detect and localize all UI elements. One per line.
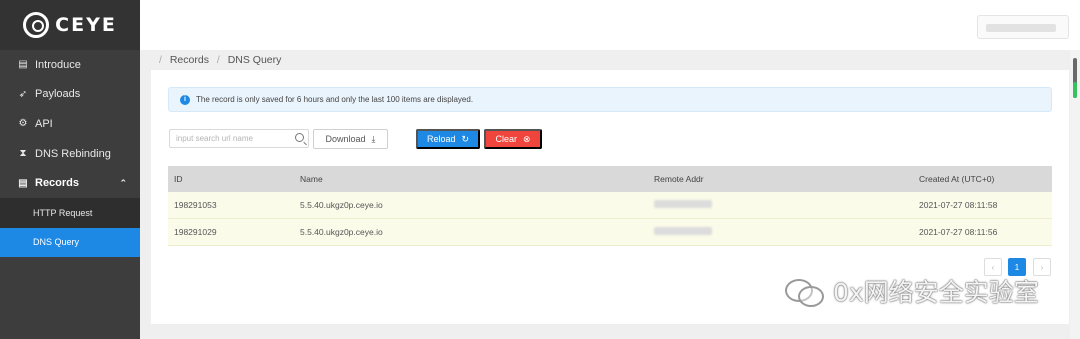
reload-button[interactable]: Reload ↻ (416, 129, 480, 149)
redacted-user-name (986, 24, 1056, 32)
download-button[interactable]: Download ⤓ (313, 129, 388, 149)
sidebar-item-dns-rebinding[interactable]: ⧗ DNS Rebinding (0, 139, 140, 169)
breadcrumb: / Records / DNS Query (154, 54, 281, 66)
refresh-icon: ↻ (461, 133, 470, 144)
sidebar-item-label: Records (35, 177, 80, 190)
sidebar-item-label: DNS Rebinding (35, 147, 111, 160)
table-row: 198291053 5.5.40.ukgz0p.ceye.io 2021-07-… (168, 192, 1052, 219)
sidebar-subitem-label: DNS Query (33, 237, 80, 248)
breadcrumb-separator: / (216, 54, 220, 66)
sidebar-item-label: Payloads (35, 88, 81, 101)
cell-remote-addr (654, 227, 919, 237)
close-circle-icon: ⊗ (522, 133, 531, 144)
sidebar-item-label: API (35, 117, 53, 130)
table-header: ID Name Remote Addr Created At (UTC+0) (168, 166, 1052, 192)
cell-name: 5.5.40.ukgz0p.ceye.io (300, 200, 383, 210)
info-notice-text: The record is only saved for 6 hours and… (196, 95, 474, 104)
records-table: ID Name Remote Addr Created At (UTC+0) 1… (168, 166, 1052, 246)
cell-remote-addr (654, 200, 919, 210)
cell-name: 5.5.40.ukgz0p.ceye.io (300, 227, 383, 237)
breadcrumb-separator: / (159, 54, 162, 66)
breadcrumb-current: DNS Query (227, 54, 282, 66)
top-bar (140, 0, 1080, 50)
cell-created-at: 2021-07-27 08:11:58 (919, 200, 998, 210)
cell-id: 198291053 (174, 200, 217, 210)
hourglass-icon: ⧗ (19, 148, 27, 160)
sidebar-item-api[interactable]: ⚙ API (0, 109, 140, 139)
brand-name: CEYE (55, 14, 117, 36)
ceye-logo-icon (23, 12, 50, 38)
sidebar-subitem-dns-query[interactable]: DNS Query (0, 227, 140, 258)
brand-logo-area[interactable]: CEYE (0, 0, 140, 50)
download-icon: ⤓ (371, 133, 376, 144)
sidebar-item-payloads[interactable]: ➶ Payloads (0, 80, 140, 110)
records-icon: ▤ (18, 177, 28, 189)
column-header-remote-addr: Remote Addr (654, 174, 704, 184)
sidebar-subitem-label: HTTP Request (33, 207, 93, 218)
document-icon: ▤ (18, 59, 28, 71)
sidebar-subitem-http-request[interactable]: HTTP Request (0, 197, 140, 228)
cell-created-at: 2021-07-27 08:11:56 (919, 227, 998, 237)
sidebar-item-records[interactable]: ▤ Records ⌃ (0, 168, 140, 198)
redacted-ip (654, 227, 712, 235)
rocket-icon: ➶ (18, 88, 28, 100)
wechat-icon (785, 277, 825, 307)
search-icon[interactable] (295, 133, 304, 142)
column-header-id: ID (174, 174, 183, 184)
clear-button-label: Clear (495, 134, 517, 144)
reload-button-label: Reload (426, 134, 456, 144)
watermark: 0x网络安全实验室 (785, 273, 1039, 309)
table-row: 198291029 5.5.40.ukgz0p.ceye.io 2021-07-… (168, 219, 1052, 246)
sidebar-item-label: Introduce (35, 58, 81, 71)
page-scrollbar[interactable] (1070, 50, 1080, 339)
scroll-progress-indicator (1073, 82, 1077, 98)
clear-button[interactable]: Clear ⊗ (484, 129, 542, 149)
user-menu-button[interactable] (977, 15, 1069, 39)
watermark-text: 0x网络安全实验室 (833, 278, 1039, 307)
download-button-label: Download (325, 134, 366, 144)
column-header-created-at: Created At (UTC+0) (919, 174, 995, 184)
api-icon: ⚙ (18, 118, 28, 130)
cell-id: 198291029 (174, 227, 217, 237)
sidebar-item-introduce[interactable]: ▤ Introduce (0, 50, 140, 80)
redacted-ip (654, 200, 712, 208)
search-input[interactable] (169, 129, 309, 148)
chevron-up-icon: ⌃ (119, 177, 127, 188)
column-header-name: Name (300, 174, 323, 184)
info-notice: i The record is only saved for 6 hours a… (168, 87, 1052, 112)
info-icon: i (180, 94, 190, 105)
sidebar: CEYE ▤ Introduce ➶ Payloads ⚙ API ⧗ DNS … (0, 0, 140, 339)
breadcrumb-root[interactable]: Records (170, 54, 209, 66)
